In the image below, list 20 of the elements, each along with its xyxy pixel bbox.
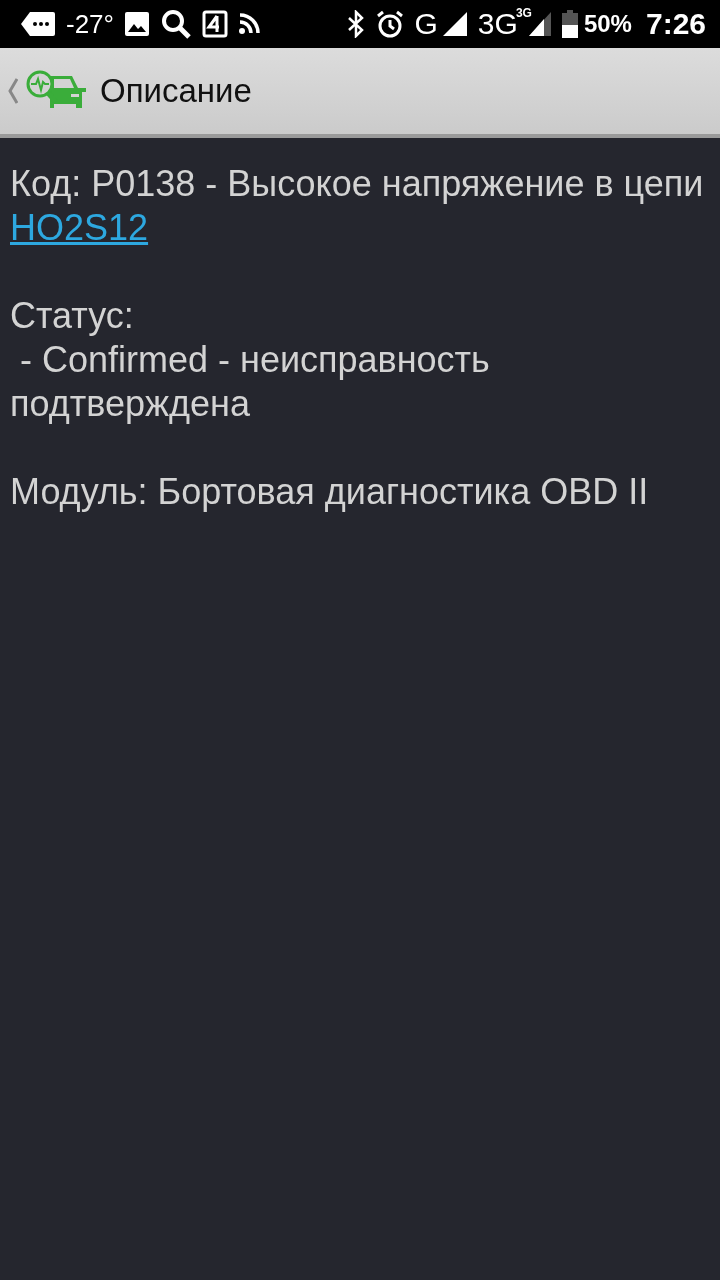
- image-icon: [124, 11, 150, 37]
- signal-icon: [441, 11, 468, 37]
- status-text: - Confirmed - неисправность подтверждена: [10, 338, 491, 426]
- network-type: G: [414, 7, 438, 41]
- screen-title: Описание: [100, 72, 252, 110]
- bluetooth-icon: [346, 10, 365, 38]
- battery-percent: 50%: [583, 10, 632, 38]
- network-superscript: 3G: [515, 6, 532, 20]
- alarm-icon: [374, 9, 405, 39]
- search-icon: [160, 8, 192, 40]
- fault-code-text: Код: P0138 - Высокое напряжение в цепи HO2S12: [10, 162, 705, 250]
- rss-icon: [238, 13, 260, 35]
- back-icon[interactable]: [8, 78, 18, 104]
- chat-icon: [20, 11, 56, 37]
- clock: 7:26: [645, 7, 706, 41]
- temperature: -27°: [66, 8, 114, 40]
- module-text: Модуль: Бортовая диагностика OBD II: [10, 470, 650, 514]
- battery-icon: [561, 10, 578, 38]
- status-label: Статус:: [10, 294, 135, 338]
- sensor-link[interactable]: HO2S12: [10, 207, 149, 248]
